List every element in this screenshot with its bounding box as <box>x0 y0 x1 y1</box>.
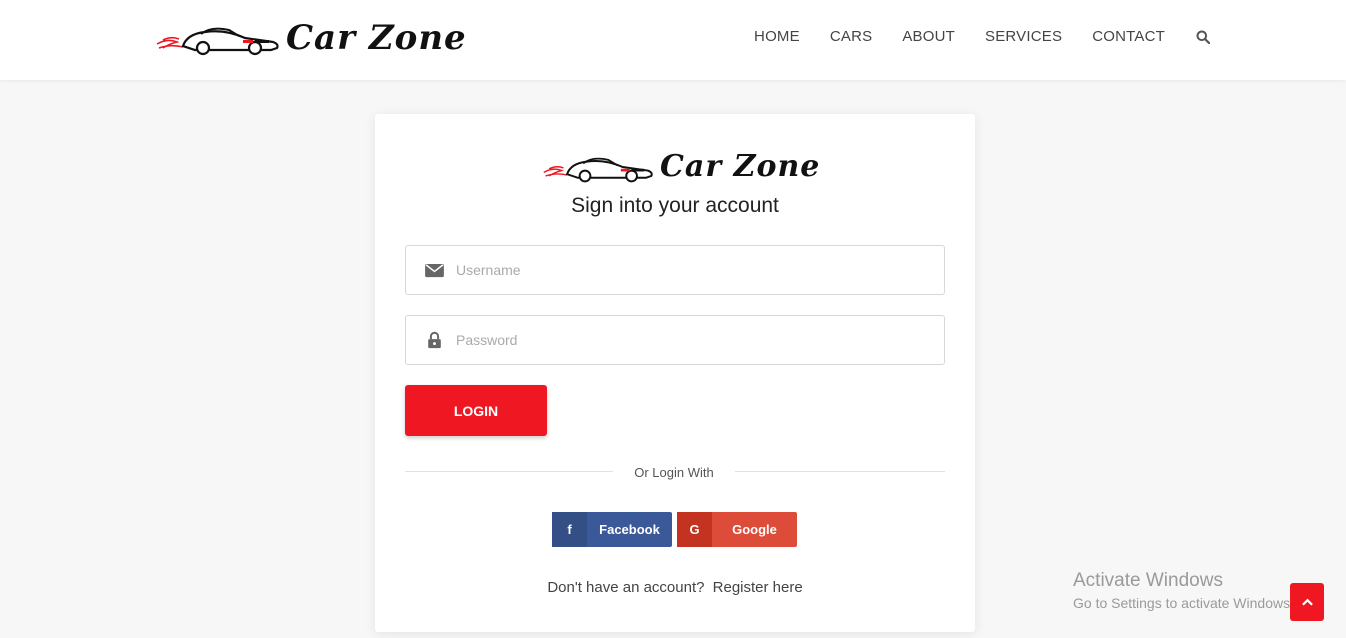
password-field <box>405 315 945 365</box>
car-logo-icon <box>543 157 653 183</box>
register-prompt: Don't have an account? Register here <box>375 579 975 596</box>
nav-home[interactable]: HOME <box>754 28 800 45</box>
scroll-to-top-button[interactable] <box>1290 583 1324 621</box>
search-icon[interactable] <box>1196 30 1211 44</box>
google-login-button[interactable]: G Google <box>677 512 797 547</box>
lock-icon <box>424 330 444 350</box>
card-logo: Car Zone <box>542 147 820 187</box>
facebook-label: Facebook <box>599 522 660 537</box>
nav-contact[interactable]: CONTACT <box>1092 28 1165 45</box>
top-navbar: Car Zone HOME CARS ABOUT SERVICES CONTAC… <box>0 0 1346 80</box>
username-input[interactable] <box>456 262 916 278</box>
activate-windows-title: Activate Windows <box>1073 570 1223 591</box>
divider-right <box>735 471 945 472</box>
nav-services[interactable]: SERVICES <box>985 28 1062 45</box>
envelope-icon <box>424 260 444 280</box>
login-card: Car Zone Sign into your account LOGIN Or… <box>375 114 975 632</box>
brand-name: Car Zone <box>660 149 821 184</box>
login-button[interactable]: LOGIN <box>405 385 547 436</box>
car-logo-icon <box>156 27 279 56</box>
activate-windows-subtitle: Go to Settings to activate Windows. <box>1073 595 1294 611</box>
or-login-with-label: Or Login With <box>634 465 714 480</box>
password-input[interactable] <box>456 332 916 348</box>
main-nav: HOME CARS ABOUT SERVICES CONTACT <box>724 28 1211 45</box>
login-title: Sign into your account <box>571 194 779 217</box>
username-field <box>405 245 945 295</box>
nav-cars[interactable]: CARS <box>830 28 872 45</box>
register-link[interactable]: Register here <box>713 579 803 596</box>
site-logo[interactable]: Car Zone <box>155 16 467 60</box>
google-icon: G <box>677 512 712 547</box>
google-label: Google <box>732 522 777 537</box>
register-prompt-text: Don't have an account? <box>547 579 705 596</box>
facebook-login-button[interactable]: f Facebook <box>552 512 672 547</box>
facebook-icon: f <box>552 512 587 547</box>
brand-name: Car Zone <box>286 18 467 58</box>
chevron-up-icon <box>1301 598 1313 606</box>
divider-left <box>405 471 613 472</box>
nav-about[interactable]: ABOUT <box>902 28 955 45</box>
